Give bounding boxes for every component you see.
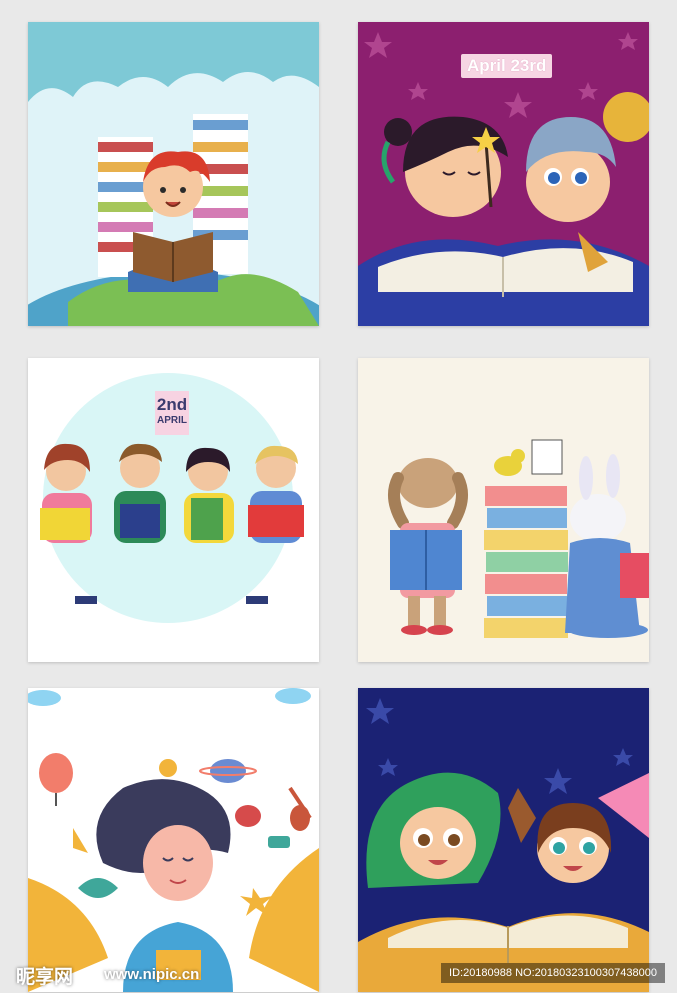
dog-rabbit-reading-illustration [358, 358, 649, 662]
date-month: APRIL [157, 415, 187, 426]
event-date-badge: April 23rd [461, 54, 553, 78]
date-day: 2nd [156, 395, 188, 414]
date-label: 2nd APRIL [155, 391, 189, 435]
watermark-url: www.nipic.cn [104, 966, 200, 983]
illustration-card-boy-reading[interactable] [28, 22, 319, 326]
girl-dreaming-illustration [28, 688, 319, 992]
watermark-id-bar: ID:20180988 NO:20180323100307438000 [441, 963, 665, 983]
watermark-logo: 昵享网 [16, 966, 74, 988]
costume-kids-reading-illustration [358, 688, 649, 992]
boy-reading-illustration [28, 22, 319, 326]
illustration-card-dog-rabbit[interactable] [358, 358, 649, 662]
illustration-card-april-23rd[interactable]: April 23rd [358, 22, 649, 326]
illustration-card-costume-kids[interactable] [358, 688, 649, 992]
illustration-card-2nd-april[interactable]: 2nd APRIL [28, 358, 319, 662]
illustration-card-girl-dreaming[interactable] [28, 688, 319, 992]
